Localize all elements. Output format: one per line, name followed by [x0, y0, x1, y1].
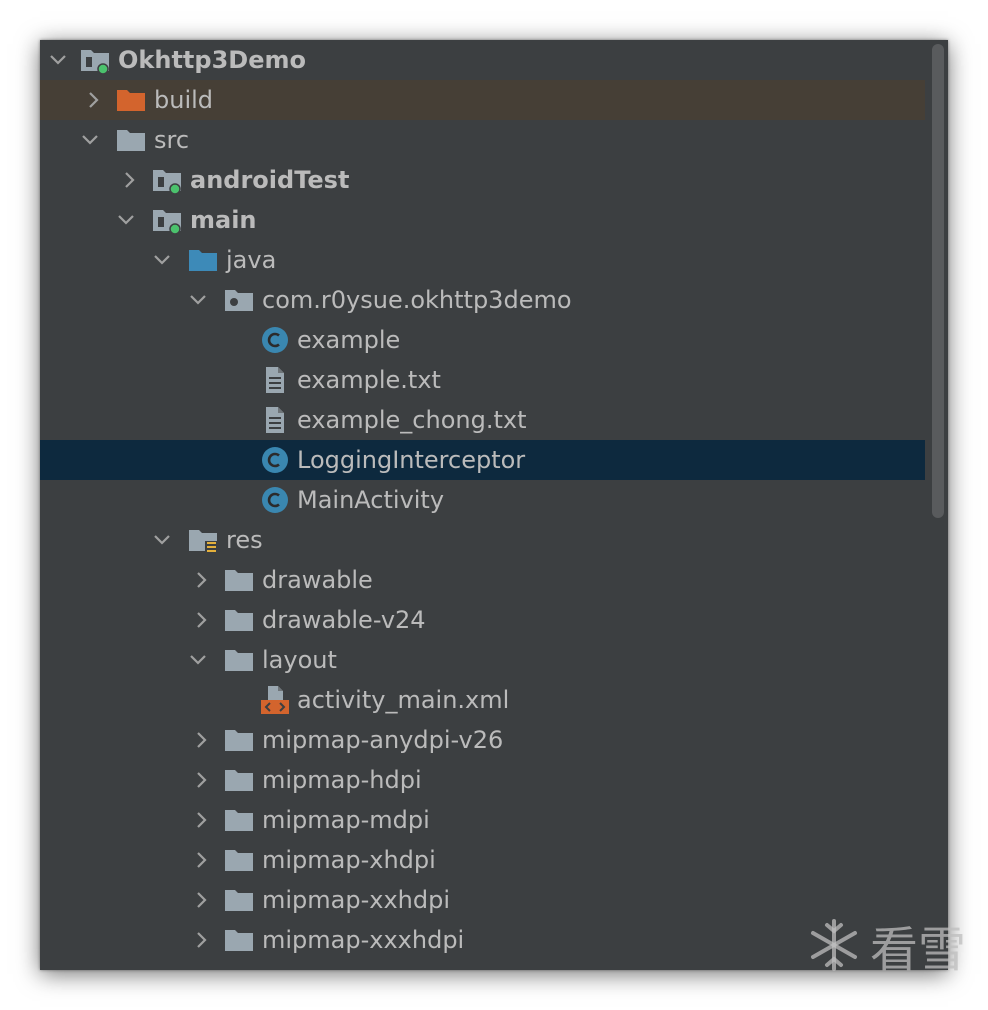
chevron-right-icon[interactable] [192, 570, 212, 590]
tree-row-label: main [190, 206, 257, 234]
folder-icon [224, 965, 254, 970]
module-folder-icon [152, 165, 182, 195]
watermark: 看雪 [806, 910, 966, 980]
tree-row-label: mipmap-anydpi-v26 [262, 726, 504, 754]
tree-row-main[interactable]: main [40, 200, 925, 240]
tree-row-label: LoggingInterceptor [297, 446, 526, 474]
class-icon [260, 485, 290, 515]
chevron-right-icon[interactable] [192, 770, 212, 790]
module-folder-icon [80, 45, 110, 75]
source-folder-icon [188, 245, 218, 275]
chevron-right-icon[interactable] [84, 90, 104, 110]
tree-row-label: example [297, 326, 401, 354]
tree-row-label: drawable-v24 [262, 606, 426, 634]
snowflake-icon [810, 919, 857, 971]
chevron-down-icon[interactable] [188, 290, 208, 310]
tree-row-androidtest[interactable]: androidTest [40, 160, 925, 200]
folder-icon [224, 885, 254, 915]
chevron-right-icon[interactable] [192, 850, 212, 870]
tree-row-example-chong-txt[interactable]: example_chong.txt [40, 400, 925, 440]
chevron-down-icon[interactable] [116, 210, 136, 230]
chevron-right-icon[interactable] [192, 930, 212, 950]
layout-xml-icon [260, 685, 290, 715]
excluded-folder-icon [116, 85, 146, 115]
resources-folder-icon [188, 525, 218, 555]
chevron-right-icon[interactable] [120, 170, 140, 190]
tree-row-label: mipmap-xhdpi [262, 846, 436, 874]
chevron-right-icon[interactable] [192, 890, 212, 910]
tree-row-label: src [154, 126, 190, 154]
chevron-right-icon[interactable] [192, 810, 212, 830]
folder-icon [224, 765, 254, 795]
chevron-down-icon[interactable] [152, 250, 172, 270]
tree-row-example-txt[interactable]: example.txt [40, 360, 925, 400]
chevron-down-icon[interactable] [48, 50, 68, 70]
tree-row-activity-main-xml[interactable]: activity_main.xml [40, 680, 925, 720]
package-icon [224, 285, 254, 315]
project-tree: Okhttp3Demo build src androidTest main j… [40, 40, 925, 970]
text-file-icon [260, 365, 290, 395]
tree-row-mipmap-anydpi-v26[interactable]: mipmap-anydpi-v26 [40, 720, 925, 760]
tree-row-label: activity_main.xml [297, 686, 510, 714]
watermark-text: 看雪 [869, 922, 966, 978]
tree-row-label: mipmap-xxxhdpi [262, 926, 465, 954]
tree-row-label: drawable [262, 566, 373, 594]
tree-row-example[interactable]: example [40, 320, 925, 360]
tree-row-label: com.r0ysue.okhttp3demo [262, 286, 572, 314]
tree-row-label: Okhttp3Demo [118, 46, 306, 74]
tree-row-mipmap-hdpi[interactable]: mipmap-hdpi [40, 760, 925, 800]
folder-icon [224, 805, 254, 835]
tree-row-label: java [226, 246, 277, 274]
tree-row-label: res [226, 526, 263, 554]
tree-row-mipmap-xxhdpi[interactable]: mipmap-xxhdpi [40, 880, 925, 920]
folder-icon [224, 565, 254, 595]
project-tool-window: Okhttp3Demo build src androidTest main j… [40, 40, 948, 970]
folder-icon [224, 845, 254, 875]
tree-row-mainactivity[interactable]: MainActivity [40, 480, 925, 520]
tree-row-build[interactable]: build [40, 80, 925, 120]
tree-row-partial [40, 960, 925, 970]
tree-row-label: MainActivity [297, 486, 445, 514]
chevron-down-icon[interactable] [152, 530, 172, 550]
tree-row-src[interactable]: src [40, 120, 925, 160]
tree-row-drawable-v24[interactable]: drawable-v24 [40, 600, 925, 640]
folder-icon [224, 925, 254, 955]
class-icon [260, 325, 290, 355]
text-file-icon [260, 405, 290, 435]
tree-row-label: mipmap-mdpi [262, 806, 430, 834]
tree-row-label: layout [262, 646, 337, 674]
tree-row-label: androidTest [190, 166, 350, 194]
tree-row-label: build [154, 86, 214, 114]
tree-row-logginginterceptor[interactable]: LoggingInterceptor [40, 440, 925, 480]
tree-row-mipmap-xxxhdpi[interactable]: mipmap-xxxhdpi [40, 920, 925, 960]
chevron-right-icon[interactable] [192, 730, 212, 750]
module-folder-icon [152, 205, 182, 235]
chevron-right-icon[interactable] [192, 610, 212, 630]
folder-icon [116, 125, 146, 155]
folder-icon [224, 605, 254, 635]
tree-row-layout[interactable]: layout [40, 640, 925, 680]
tree-row-label: example.txt [297, 366, 441, 394]
tree-row-mipmap-xhdpi[interactable]: mipmap-xhdpi [40, 840, 925, 880]
tree-row-java[interactable]: java [40, 240, 925, 280]
folder-icon [224, 645, 254, 675]
chevron-down-icon[interactable] [188, 650, 208, 670]
tree-row-drawable[interactable]: drawable [40, 560, 925, 600]
tree-row-res[interactable]: res [40, 520, 925, 560]
tree-row-label: mipmap-xxhdpi [262, 886, 451, 914]
tree-row-label: example_chong.txt [297, 406, 527, 434]
vertical-scrollbar[interactable] [929, 40, 947, 970]
tree-row-package[interactable]: com.r0ysue.okhttp3demo [40, 280, 925, 320]
tree-row-mipmap-mdpi[interactable]: mipmap-mdpi [40, 800, 925, 840]
folder-icon [224, 725, 254, 755]
tree-row-label: mipmap-hdpi [262, 766, 422, 794]
scrollbar-thumb[interactable] [932, 44, 944, 518]
tree-row-okhttp3demo[interactable]: Okhttp3Demo [40, 40, 925, 80]
chevron-down-icon[interactable] [80, 130, 100, 150]
class-icon [260, 445, 290, 475]
